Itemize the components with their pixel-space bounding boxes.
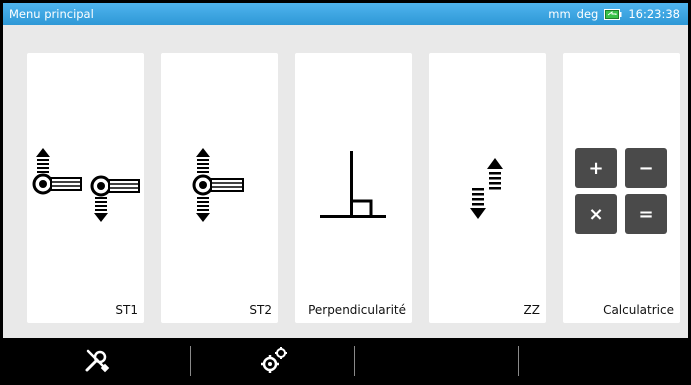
empty-toolbar-slot[interactable]	[519, 338, 688, 382]
calc-key-times-label: ×	[588, 204, 603, 225]
tile-label-calculator: Calculatrice	[603, 303, 674, 317]
tools-button[interactable]	[3, 338, 190, 382]
zz-updown-icon	[429, 138, 546, 238]
status-indicators: mm deg 16:23:38	[548, 7, 680, 21]
units-label: mm	[548, 7, 571, 21]
st2-shaft-alignment-icon	[161, 138, 278, 238]
tile-label-st2: ST2	[249, 303, 272, 317]
tile-perpendicularity[interactable]: Perpendicularité	[295, 53, 412, 323]
perpendicularity-icon	[295, 138, 412, 238]
angle-unit-label: deg	[576, 7, 599, 21]
settings-button[interactable]	[191, 338, 354, 382]
tile-zz[interactable]: ZZ	[429, 53, 546, 323]
tile-label-perpendicularity: Perpendicularité	[308, 303, 406, 317]
bottom-toolbar	[3, 338, 688, 382]
tile-label-st1: ST1	[115, 303, 138, 317]
screen-title: Menu principal	[9, 7, 94, 21]
tools-icon	[83, 346, 111, 378]
tile-st1[interactable]: ST1	[27, 53, 144, 323]
settings-gears-icon	[259, 345, 289, 379]
tile-calculator[interactable]: + − × = Calculatrice	[563, 53, 680, 323]
empty-toolbar-slot[interactable]	[355, 338, 518, 382]
calc-key-minus-label: −	[638, 158, 653, 179]
menu-tiles: ST1 ST2 Perpendicularité ZZ + − × = Calc…	[3, 25, 688, 338]
battery-icon	[604, 8, 622, 20]
st1-shaft-alignment-icon	[27, 138, 144, 238]
status-bar: Menu principal mm deg 16:23:38	[3, 3, 688, 25]
calc-key-plus-label: +	[588, 158, 603, 179]
main-menu-screen: Menu principal mm deg 16:23:38 ST1 ST2 P…	[3, 3, 688, 382]
tile-label-zz: ZZ	[523, 303, 540, 317]
calc-key-equals-label: =	[638, 204, 653, 225]
clock: 16:23:38	[628, 7, 680, 21]
tile-st2[interactable]: ST2	[161, 53, 278, 323]
calculator-icon: + − × =	[563, 138, 680, 238]
